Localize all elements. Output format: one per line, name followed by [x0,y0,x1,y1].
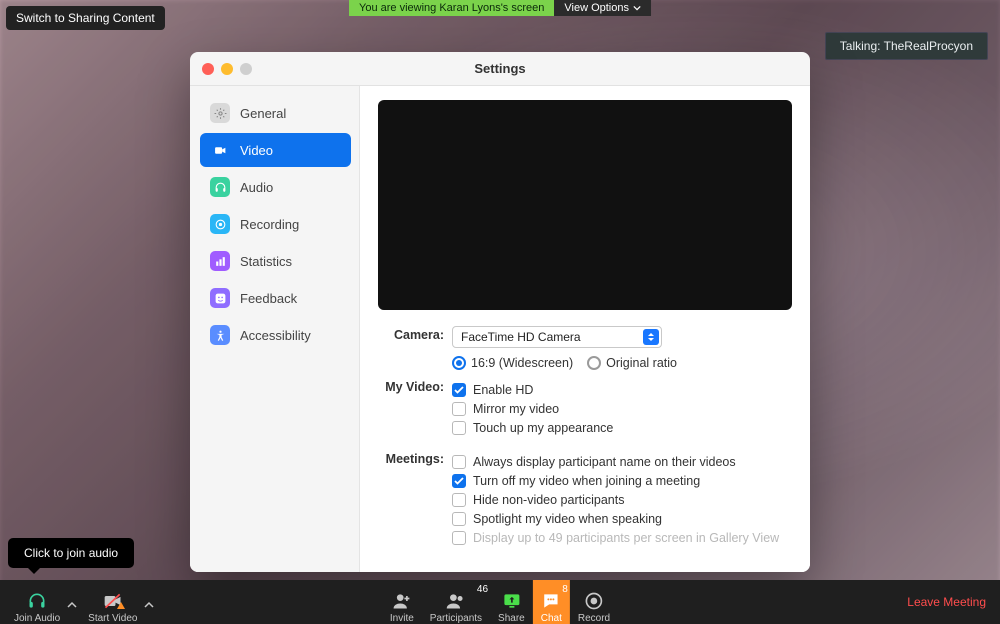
chevron-down-icon [633,4,641,12]
sidebar-item-label: Audio [240,180,273,195]
audio-options-caret[interactable] [64,600,80,610]
chat-icon [541,591,561,611]
checkbox-icon [452,421,466,435]
sidebar-item-recording[interactable]: Recording [200,207,351,241]
checkbox-icon [452,455,466,469]
camera-select[interactable]: FaceTime HD Camera [452,326,662,348]
checkbox-label: Turn off my video when joining a meeting [473,474,700,488]
settings-sidebar: General Video Audio Recording Statistics Feed… [190,86,360,572]
headphones-icon [210,177,230,197]
window-zoom-button[interactable] [240,63,252,75]
camera-icon [210,140,230,160]
viewing-screen-label: You are viewing Karan Lyons's screen [349,0,554,16]
invite-button[interactable]: Invite [382,580,422,624]
join-audio-tooltip: Click to join audio [8,538,134,568]
checkbox-label: Hide non-video participants [473,493,624,507]
sidebar-item-label: Feedback [240,291,297,306]
checkbox-label: Display up to 49 participants per screen… [473,531,779,545]
meetings-checkbox-0[interactable]: Always display participant name on their… [452,455,792,469]
sidebar-item-accessibility[interactable]: Accessibility [200,318,351,352]
meeting-toolbar: Join Audio Start Video Invite [0,580,1000,624]
my-video-checkbox-0[interactable]: Enable HD [452,383,792,397]
select-stepper-icon [643,329,659,345]
my-video-label: My Video: [378,378,452,394]
share-screen-icon [501,591,521,611]
invite-icon [392,591,412,611]
chat-button[interactable]: 8 Chat [533,580,570,624]
checkbox-icon [452,493,466,507]
aspect-ratio-original-radio[interactable]: Original ratio [587,356,677,370]
meetings-checkbox-1[interactable]: Turn off my video when joining a meeting [452,474,792,488]
start-video-button[interactable]: Start Video [80,580,145,624]
checkbox-label: Always display participant name on their… [473,455,736,469]
checkbox-checked-icon [452,383,466,397]
video-preview [378,100,792,310]
window-titlebar: Settings [190,52,810,86]
warning-icon [117,602,125,609]
checkbox-checked-icon [452,474,466,488]
checkbox-label: Spotlight my video when speaking [473,512,662,526]
sidebar-item-general[interactable]: General [200,96,351,130]
checkbox-label: Mirror my video [473,402,559,416]
video-options-caret[interactable] [141,600,157,610]
sidebar-item-label: General [240,106,286,121]
share-button[interactable]: Share [490,580,533,624]
participants-count: 46 [477,584,488,595]
leave-meeting-button[interactable]: Leave Meeting [907,595,986,609]
window-minimize-button[interactable] [221,63,233,75]
aspect-ratio-widescreen-radio[interactable]: 16:9 (Widescreen) [452,356,573,370]
checkbox-label: Touch up my appearance [473,421,613,435]
sidebar-item-feedback[interactable]: Feedback [200,281,351,315]
sidebar-item-label: Statistics [240,254,292,269]
meetings-checkbox-4: Display up to 49 participants per screen… [452,531,792,545]
stats-icon [210,251,230,271]
talking-indicator: Talking: TheRealProcyon [825,32,988,60]
meetings-label: Meetings: [378,450,452,466]
sidebar-item-audio[interactable]: Audio [200,170,351,204]
sidebar-item-label: Recording [240,217,299,232]
view-options-dropdown[interactable]: View Options [554,0,651,16]
video-background: Switch to Sharing Content You are viewin… [0,0,1000,624]
radio-off-icon [587,356,601,370]
participants-button[interactable]: 46 Participants [422,580,490,624]
smile-icon [210,288,230,308]
screen-share-banner: You are viewing Karan Lyons's screen Vie… [349,0,651,16]
radio-on-icon [452,356,466,370]
sidebar-item-label: Video [240,143,273,158]
gear-icon [210,103,230,123]
sidebar-item-label: Accessibility [240,328,311,343]
participants-icon [446,591,466,611]
camera-label: Camera: [378,326,452,342]
settings-window: Settings General Video Audio Recording Stati… [190,52,810,572]
record-icon [584,591,604,611]
settings-content: Camera: FaceTime HD Camera 16:9 (Widescr… [360,86,810,572]
record-button[interactable]: Record [570,580,618,624]
sidebar-item-video[interactable]: Video [200,133,351,167]
join-audio-button[interactable]: Join Audio [6,580,68,624]
record-icon [210,214,230,234]
access-icon [210,325,230,345]
meetings-checkbox-3[interactable]: Spotlight my video when speaking [452,512,792,526]
window-close-button[interactable] [202,63,214,75]
my-video-checkbox-1[interactable]: Mirror my video [452,402,792,416]
chat-count: 8 [562,584,568,595]
camera-off-icon [103,591,123,611]
my-video-checkbox-2[interactable]: Touch up my appearance [452,421,792,435]
sidebar-item-statistics[interactable]: Statistics [200,244,351,278]
meetings-checkbox-2[interactable]: Hide non-video participants [452,493,792,507]
view-options-label: View Options [564,2,629,14]
checkbox-icon [452,402,466,416]
checkbox-icon [452,512,466,526]
switch-to-sharing-content-button[interactable]: Switch to Sharing Content [6,6,165,30]
checkbox-label: Enable HD [473,383,533,397]
headphones-icon [27,591,47,611]
window-title: Settings [190,61,810,76]
checkbox-icon [452,531,466,545]
